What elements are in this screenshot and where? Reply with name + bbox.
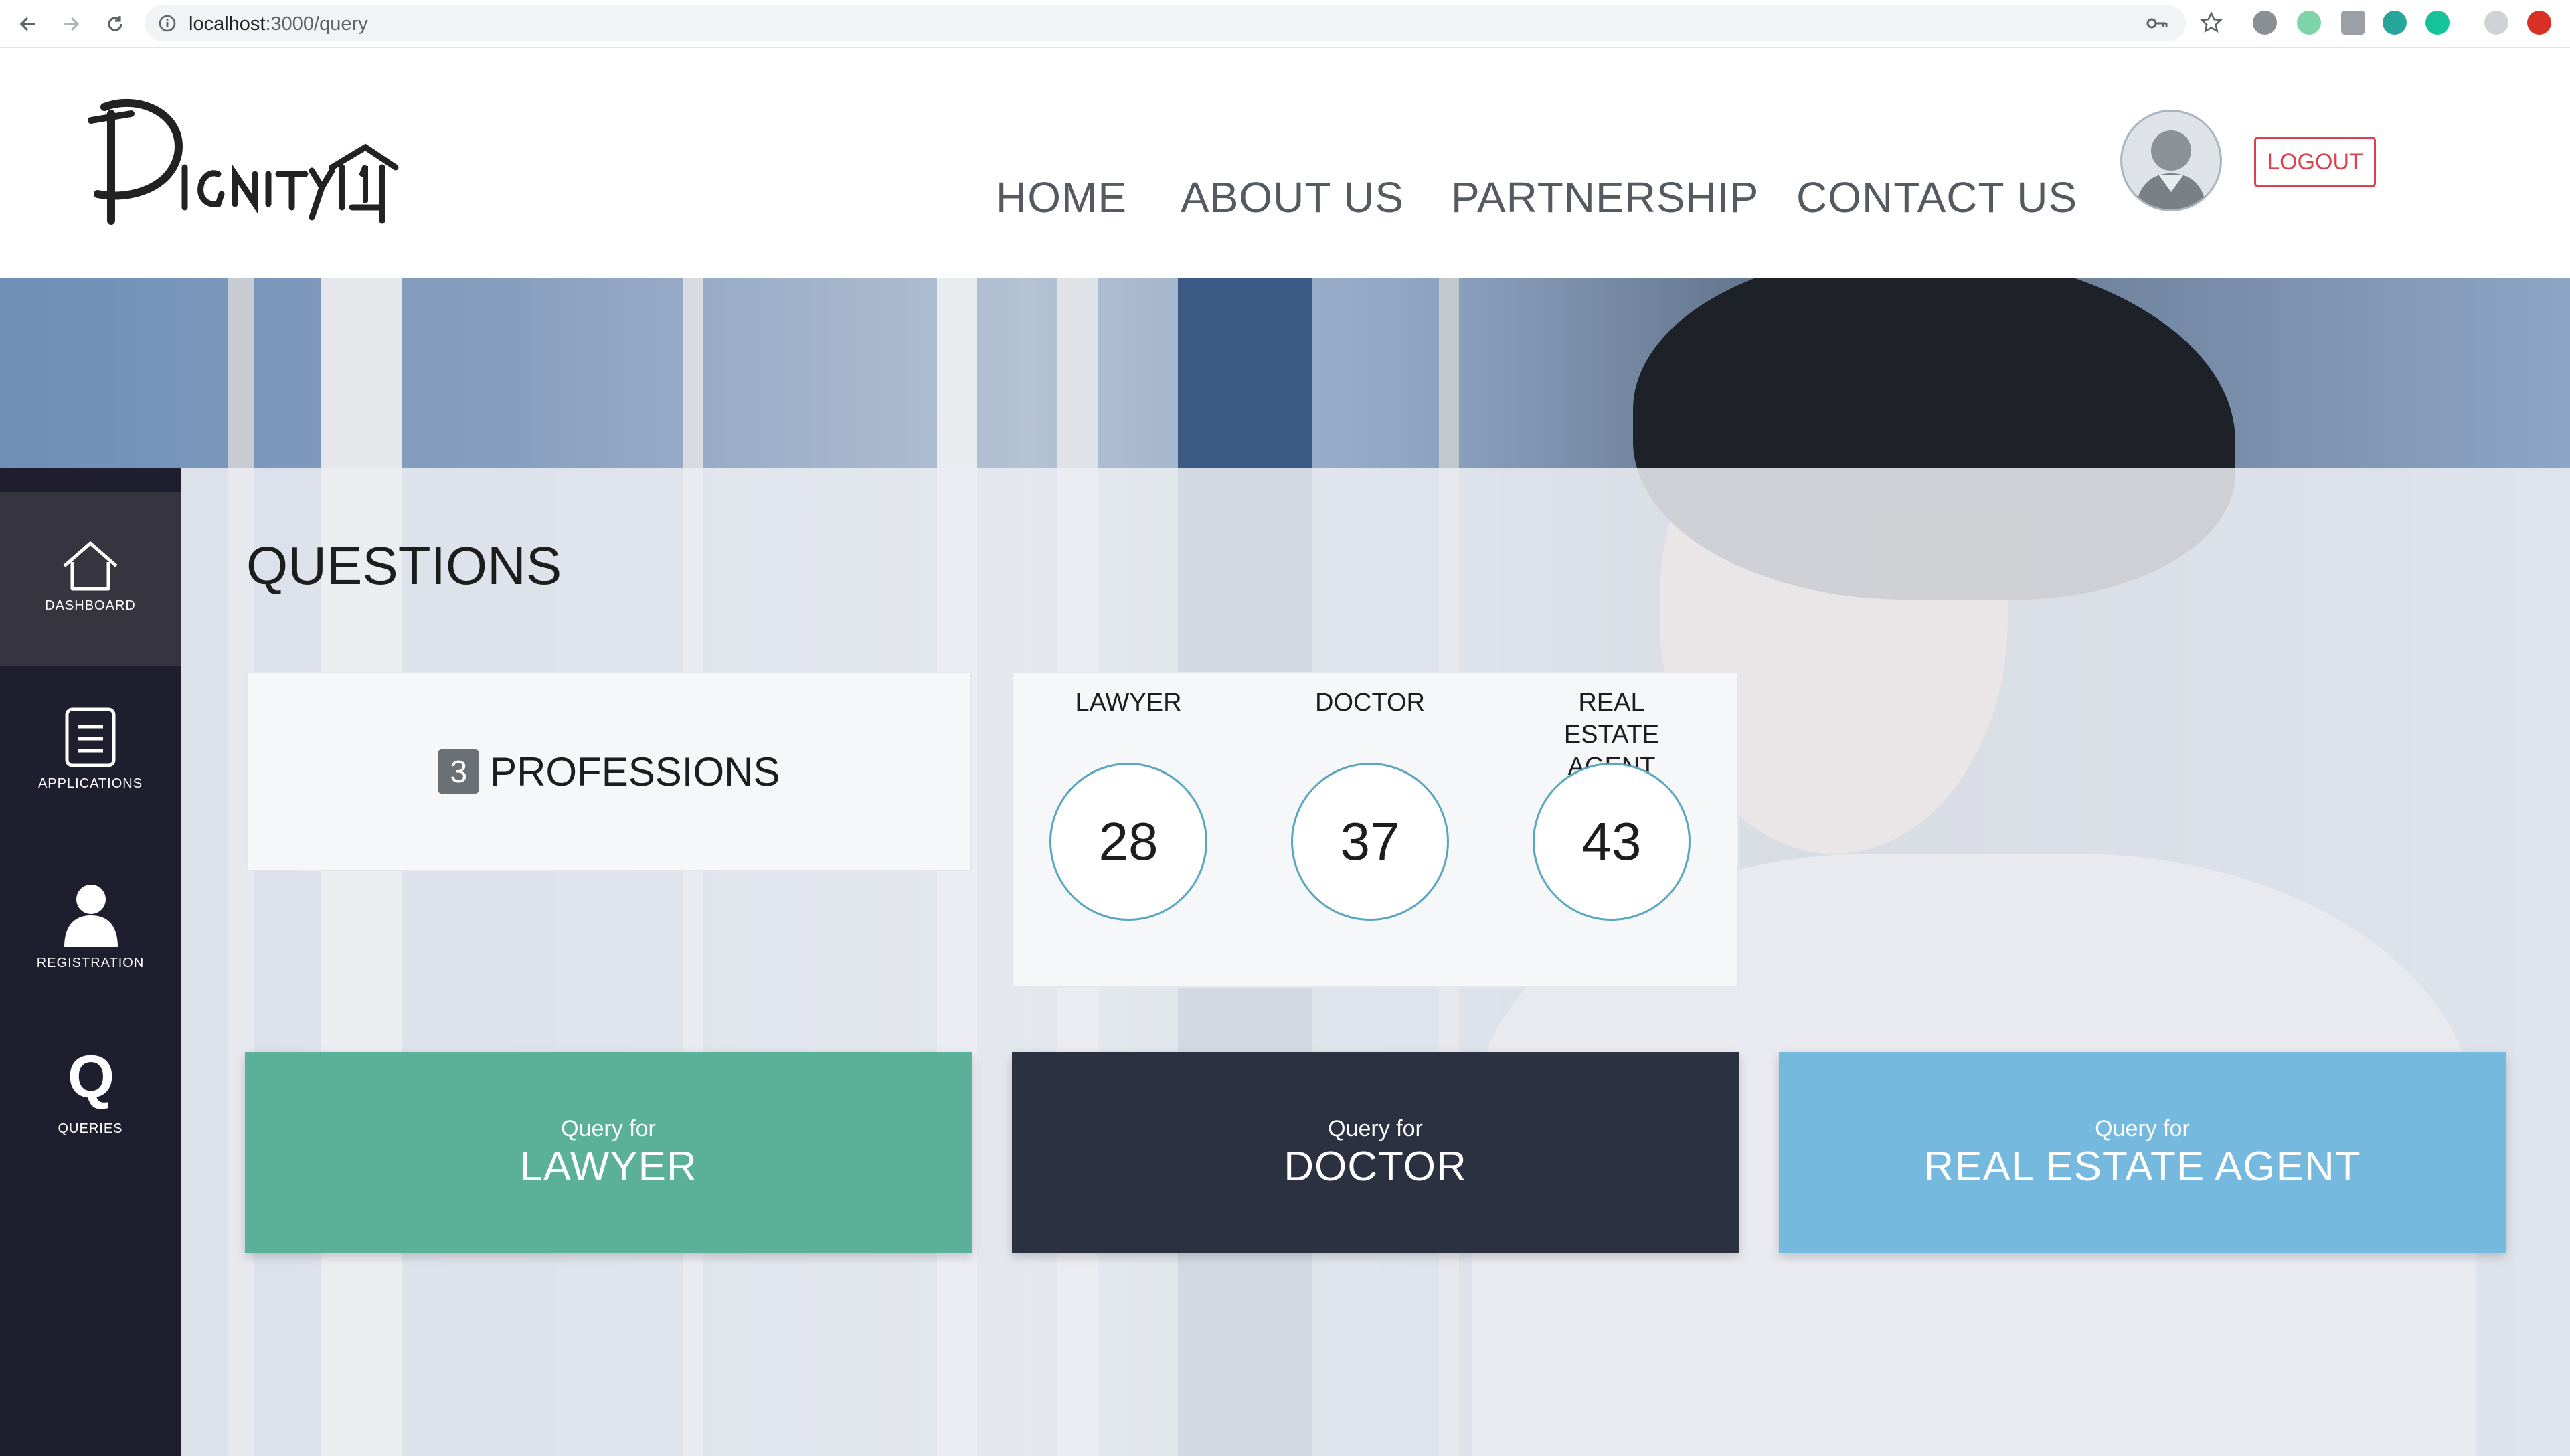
avatar[interactable] bbox=[2120, 110, 2222, 211]
query-prefix: Query for bbox=[1328, 1116, 1423, 1142]
dignity-logo[interactable] bbox=[84, 94, 399, 234]
sidebar-item-dashboard[interactable]: DASHBOARD bbox=[0, 492, 181, 666]
site-header: HOME ABOUT US PARTNERSHIP CONTACT US LOG… bbox=[0, 48, 2570, 278]
stat-count-circle: 28 bbox=[1049, 763, 1207, 921]
professions-card: 3 PROFESSIONS bbox=[246, 672, 972, 871]
home-icon bbox=[63, 541, 118, 591]
query-real-estate-agent-button[interactable]: Query for REAL ESTATE AGENT bbox=[1779, 1052, 2506, 1253]
sidebar-item-queries[interactable]: Q QUERIES bbox=[0, 1014, 181, 1188]
sidebar-item-label: QUERIES bbox=[58, 1121, 123, 1136]
sidebar-item-label: DASHBOARD bbox=[45, 598, 136, 613]
key-icon[interactable] bbox=[2146, 13, 2168, 33]
query-prefix: Query for bbox=[561, 1116, 656, 1142]
info-icon bbox=[159, 15, 176, 32]
profession-stats-card: LAWYER 28 DOCTOR 37 REAL ESTATE AGENT 43 bbox=[1012, 672, 1739, 988]
sidebar-item-label: REGISTRATION bbox=[36, 955, 145, 970]
stat-name: DOCTOR bbox=[1315, 689, 1425, 717]
forward-button[interactable] bbox=[56, 9, 86, 39]
user-icon bbox=[64, 885, 118, 947]
extension-face-icon[interactable] bbox=[2297, 11, 2321, 35]
query-label: LAWYER bbox=[519, 1144, 697, 1190]
stat-count-circle: 43 bbox=[1533, 763, 1691, 921]
url-text: localhost:3000/query bbox=[189, 13, 368, 35]
extension-circle-icon[interactable] bbox=[2383, 11, 2407, 35]
nav-about-link[interactable]: ABOUT US bbox=[1181, 173, 1404, 222]
stat-count-circle: 37 bbox=[1291, 763, 1449, 921]
sidebar: DASHBOARD APPLICATIONS REGISTRATION Q QU… bbox=[0, 468, 181, 1456]
back-button[interactable] bbox=[13, 9, 43, 39]
grammarly-icon[interactable] bbox=[2425, 11, 2450, 35]
query-prefix: Query for bbox=[2095, 1116, 2190, 1142]
svg-text:Q: Q bbox=[68, 1048, 114, 1111]
nav-contact-link[interactable]: CONTACT US bbox=[1796, 173, 2077, 222]
extension-grid-icon[interactable] bbox=[2341, 11, 2365, 35]
stat-name: LAWYER bbox=[1075, 689, 1182, 717]
browser-toolbar: localhost:3000/query bbox=[0, 0, 2570, 48]
professions-label: PROFESSIONS bbox=[490, 749, 780, 794]
star-icon[interactable] bbox=[2199, 11, 2223, 35]
professions-count-badge: 3 bbox=[438, 749, 480, 794]
stat-real-estate-agent: REAL ESTATE AGENT 43 bbox=[1511, 673, 1712, 986]
sidebar-item-registration[interactable]: REGISTRATION bbox=[0, 840, 181, 1014]
logout-button[interactable]: LOGOUT bbox=[2254, 136, 2376, 187]
sidebar-item-applications[interactable]: APPLICATIONS bbox=[0, 666, 181, 840]
stat-lawyer: LAWYER 28 bbox=[1028, 673, 1229, 986]
q-icon: Q bbox=[68, 1048, 114, 1111]
address-bar[interactable]: localhost:3000/query bbox=[145, 5, 2186, 41]
sidebar-item-label: APPLICATIONS bbox=[37, 776, 143, 791]
extension-red-icon[interactable] bbox=[2527, 11, 2551, 35]
arrow-left-icon bbox=[19, 17, 35, 31]
extension-bug-icon[interactable] bbox=[2253, 11, 2277, 35]
arrow-right-icon bbox=[64, 17, 80, 31]
query-doctor-button[interactable]: Query for DOCTOR bbox=[1012, 1052, 1739, 1253]
document-icon bbox=[65, 707, 116, 767]
profile-icon[interactable] bbox=[2484, 11, 2508, 35]
page-title: QUESTIONS bbox=[246, 536, 562, 596]
nav-partnership-link[interactable]: PARTNERSHIP bbox=[1451, 173, 1759, 222]
query-label: DOCTOR bbox=[1284, 1144, 1467, 1190]
stat-doctor: DOCTOR 37 bbox=[1270, 673, 1470, 986]
nav-home-link[interactable]: HOME bbox=[996, 173, 1127, 222]
query-lawyer-button[interactable]: Query for LAWYER bbox=[245, 1052, 972, 1253]
user-avatar-icon bbox=[2136, 130, 2207, 209]
reload-icon bbox=[108, 16, 122, 31]
query-label: REAL ESTATE AGENT bbox=[1923, 1144, 2361, 1190]
reload-button[interactable] bbox=[100, 9, 130, 39]
